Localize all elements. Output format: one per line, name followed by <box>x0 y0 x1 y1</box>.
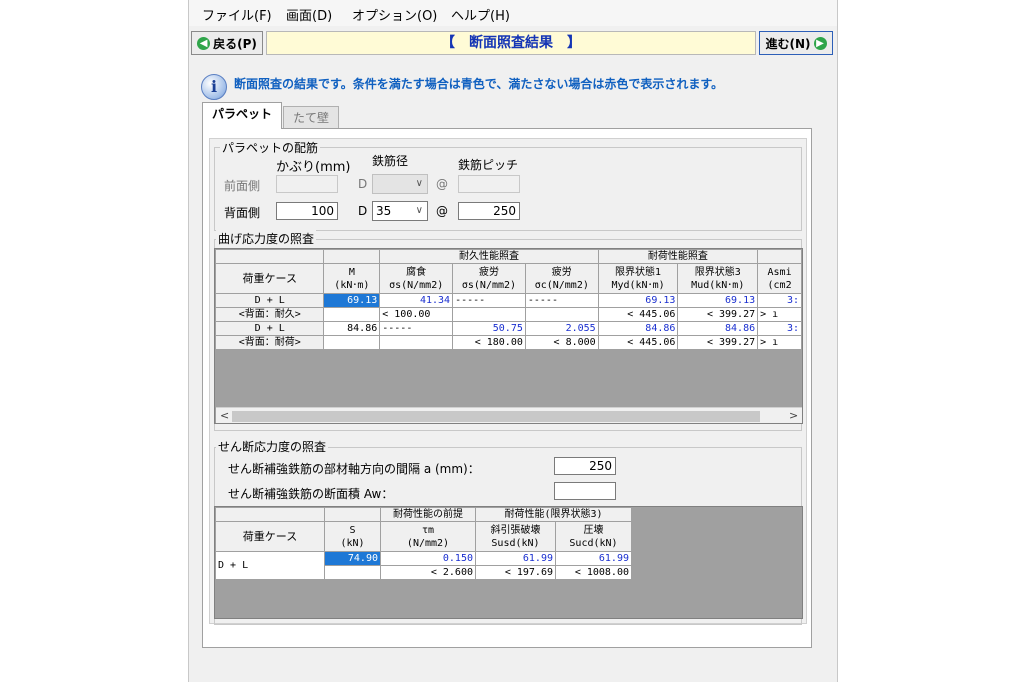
s-header: S (kN) <box>324 521 381 552</box>
rebar-group-title: パラペットの配筋 <box>220 139 321 156</box>
lim-group-header: 耐荷性能(限界状態3) <box>475 507 632 522</box>
limit1-header: 限界状態1 Myd(kN･m) <box>597 263 679 294</box>
tau-header: τm (N/mm2) <box>380 521 476 552</box>
back-diameter-select[interactable]: 35 ∨ <box>372 201 428 221</box>
m-header: M (kN･m) <box>323 263 381 294</box>
limit3-header: 限界状態3 Mud(kN･m) <box>677 263 759 294</box>
scroll-thumb[interactable] <box>232 411 760 422</box>
durable-group-header: 耐久性能照査 <box>379 249 599 264</box>
panel-content: パラペットの配筋 かぶり(mm) 鉄筋径 鉄筋ピッチ 前面側 D ∨ @ 背面側… <box>209 138 807 625</box>
shear-table: 耐荷性能の前提 耐荷性能(限界状態3) 荷重ケース S (kN) τm (N/mm2… <box>215 507 632 580</box>
fatigue-c-header: 疲労 σc(N/mm2) <box>524 263 599 294</box>
menu-screen[interactable]: 画面(D) <box>286 5 332 24</box>
diameter-header: 鉄筋径 <box>372 154 409 168</box>
arrow-left-icon: ◀ <box>197 36 211 50</box>
front-side-label: 前面側 <box>224 179 261 193</box>
table-row[interactable]: D + L 74.90 0.150 61.99 61.99 <box>215 551 632 580</box>
table-row[interactable]: D + L 84.86 ----- 50.75 2.055 84.86 84.8… <box>215 321 802 336</box>
tab-vertical-wall[interactable]: たて壁 <box>283 106 339 130</box>
spacing-input[interactable]: 250 <box>554 457 616 475</box>
arrow-right-icon: ▶ <box>813 36 827 50</box>
next-button[interactable]: 進む(N) ▶ <box>759 31 833 55</box>
page-title: 【 断面照査結果 】 <box>266 31 756 55</box>
back-button[interactable]: ◀ 戻る(P) <box>191 31 263 55</box>
menu-bar: ファイル(F) 画面(D) オプション(O) ヘルプ(H) <box>189 0 837 26</box>
table-row[interactable]: <背面：耐荷> < 180.00 < 8.000 < 445.06 < 399.… <box>215 335 802 350</box>
cover-header: かぶり(mm) <box>276 160 351 175</box>
corrosion-header: 腐食 σs(N/mm2) <box>379 263 454 294</box>
case-header: 荷重ケース <box>215 263 325 294</box>
menu-help[interactable]: ヘルプ(H) <box>451 5 510 24</box>
menu-option[interactable]: オプション(O) <box>352 5 437 24</box>
spacing-label: せん断補強鉄筋の部材軸方向の間隔 a (mm)： <box>228 462 480 476</box>
title-bar: ◀ 戻る(P) 【 断面照査結果 】 進む(N) ▶ <box>189 28 837 58</box>
bending-result-grid[interactable]: 耐久性能照査 耐荷性能照査 荷重ケース M (kN･m) 腐食 σs(N/mm2) … <box>214 248 803 424</box>
chevron-down-icon: ∨ <box>415 178 423 189</box>
back-pitch-input[interactable]: 250 <box>458 202 520 220</box>
horizontal-scrollbar[interactable]: < > <box>216 407 802 423</box>
scroll-left-icon[interactable]: < <box>220 409 229 422</box>
pitch-header: 鉄筋ピッチ <box>458 158 519 172</box>
chevron-down-icon: ∨ <box>415 205 423 216</box>
load-group-header: 耐荷性能照査 <box>597 249 759 264</box>
area-label: せん断補強鉄筋の断面積 Aw： <box>228 487 394 501</box>
fatigue-s-header: 疲労 σs(N/mm2) <box>452 263 526 294</box>
shear-group-title: せん断応力度の照査 <box>216 438 329 455</box>
back-button-label: 戻る(P) <box>213 36 257 51</box>
area-input[interactable] <box>554 482 616 500</box>
front-cover-input[interactable] <box>276 175 338 193</box>
back-diameter-value: 35 <box>376 204 392 218</box>
menu-file[interactable]: ファイル(F) <box>202 5 272 24</box>
pre-group-header: 耐荷性能の前提 <box>380 507 476 522</box>
back-cover-input[interactable]: 100 <box>276 202 338 220</box>
bending-group-title: 曲げ応力度の照査 <box>216 230 317 247</box>
front-pitch-input[interactable] <box>458 175 520 193</box>
front-at-label: @ <box>436 177 448 191</box>
shear-result-grid[interactable]: 耐荷性能の前提 耐荷性能(限界状態3) 荷重ケース S (kN) τm (N/mm2… <box>214 506 803 619</box>
front-d-label: D <box>358 177 368 191</box>
info-message: 断面照査の結果です。条件を満たす場合は青色で、満たさない場合は赤色で表示されます… <box>234 77 724 91</box>
susd-header: 斜引張破壊 Susd(kN) <box>475 521 556 552</box>
sucd-header: 圧壊 Sucd(kN) <box>555 521 632 552</box>
application-window: ファイル(F) 画面(D) オプション(O) ヘルプ(H) ◀ 戻る(P) 【 … <box>188 0 838 682</box>
bending-table: 耐久性能照査 耐荷性能照査 荷重ケース M (kN･m) 腐食 σs(N/mm2) … <box>215 249 802 350</box>
shear-case-header: 荷重ケース <box>215 521 325 552</box>
tab-parapet[interactable]: パラペット <box>202 102 282 129</box>
info-icon: i <box>201 74 227 100</box>
front-diameter-select[interactable]: ∨ <box>372 174 428 194</box>
scroll-right-icon[interactable]: > <box>789 409 798 422</box>
next-button-label: 進む(N) <box>765 36 811 51</box>
table-row[interactable]: D + L 69.13 41.34 ----- ----- 69.13 69.1… <box>215 293 802 308</box>
back-d-label: D <box>358 204 368 218</box>
asm-header: Asmi (cm2 <box>757 263 802 294</box>
table-row[interactable]: <背面：耐久> < 100.00 < 445.06 < 399.27 > ı <box>215 307 802 322</box>
back-at-label: @ <box>436 204 448 218</box>
back-side-label: 背面側 <box>224 206 261 220</box>
